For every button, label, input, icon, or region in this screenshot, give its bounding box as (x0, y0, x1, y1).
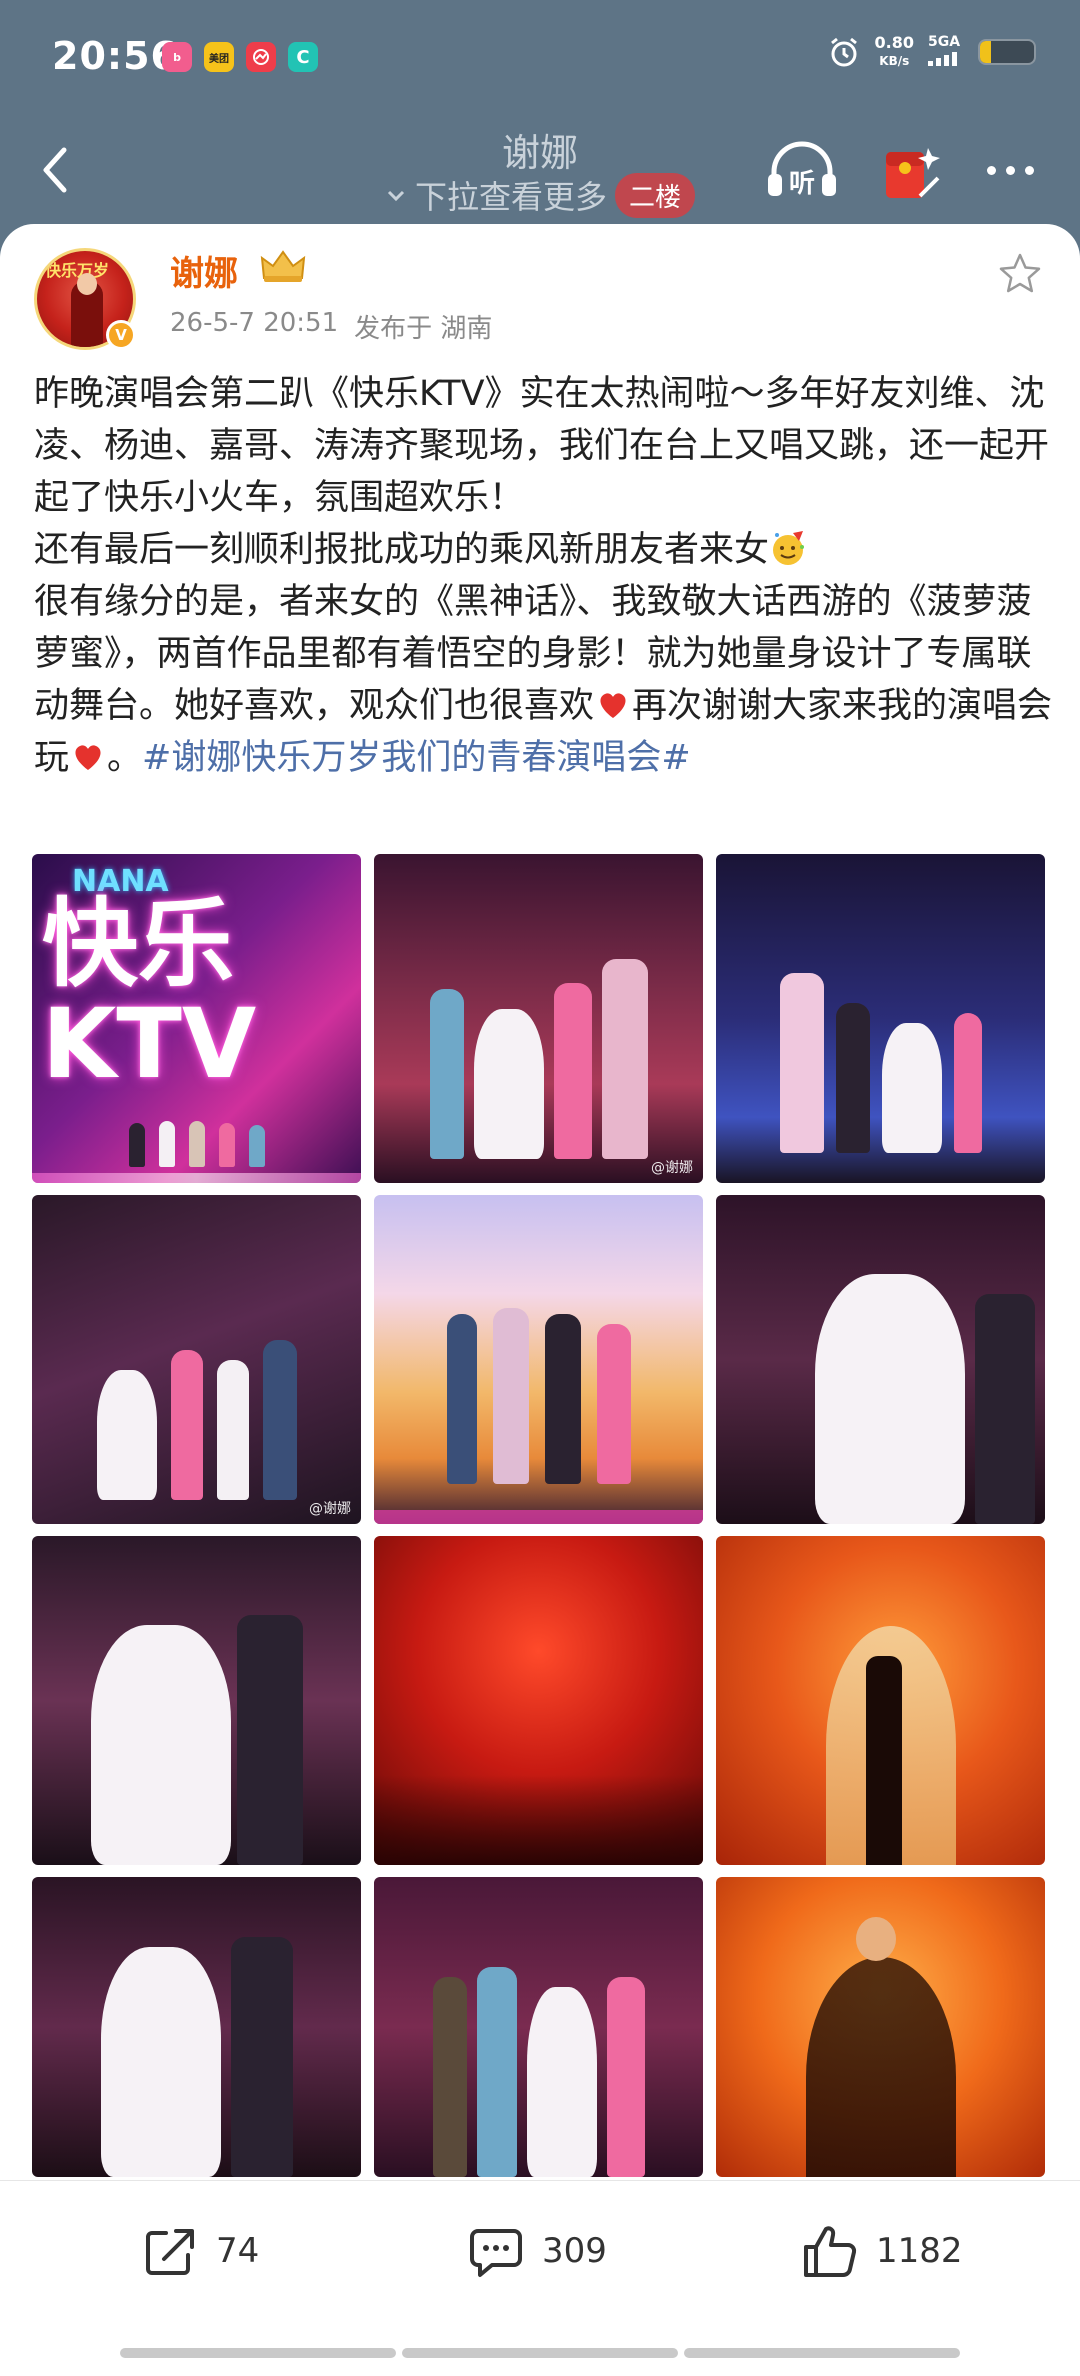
listen-icon[interactable]: 听 (762, 136, 842, 206)
post-text-part1: 昨晚演唱会第二趴《快乐KTV》实在太热闹啦～多年好友刘维、沈凌、杨迪、嘉哥、涛涛… (34, 374, 1050, 518)
home-indicator (120, 2348, 960, 2358)
pull-down-hint-text: 下拉查看更多 (414, 178, 607, 216)
photo-1[interactable]: NANA 快乐 KTV (32, 854, 361, 1183)
status-app-icons: b 美团 C (162, 42, 318, 72)
comment-button[interactable]: 309 (466, 2221, 607, 2281)
post-body: 昨晚演唱会第二趴《快乐KTV》实在太热闹啦～多年好友刘维、沈凌、杨迪、嘉哥、涛涛… (34, 368, 1054, 784)
comment-count: 309 (542, 2231, 607, 2271)
post-location: 发布于 湖南 (354, 314, 493, 344)
more-options-icon[interactable] (975, 140, 1045, 200)
nav-bar: 谢娜 下拉查看更多 二楼 听 (0, 120, 1080, 230)
comment-icon (470, 2229, 522, 2277)
photo-11[interactable] (374, 1877, 703, 2177)
repost-count: 74 (216, 2231, 260, 2271)
photo-watermark: @谢娜 (651, 1160, 693, 1176)
photo-3[interactable] (716, 854, 1045, 1183)
thumbs-up-icon (804, 2226, 857, 2278)
photo-5[interactable] (374, 1195, 703, 1524)
like-button[interactable]: 1182 (800, 2221, 963, 2281)
battery-icon (978, 39, 1036, 65)
photo-8[interactable] (374, 1536, 703, 1865)
party-face-emoji-icon (773, 531, 805, 565)
photo-9[interactable] (716, 1536, 1045, 1865)
status-bar: 20:56 b 美团 C 0.80 KB/s 5GA (0, 0, 1080, 120)
post-date: 26-5-7 20:51 (170, 308, 339, 338)
avatar-logo: 快乐万岁 (45, 261, 110, 280)
red-app-icon (246, 42, 276, 72)
signal-indicator: 5GA (928, 34, 964, 70)
vip-crown-icon (260, 250, 306, 282)
star-icon[interactable] (996, 250, 1044, 298)
photo-6[interactable] (716, 1195, 1045, 1524)
action-bar: 74 309 1182 (0, 2180, 1080, 2376)
alarm-icon (830, 37, 857, 67)
heart-emoji-icon (75, 745, 101, 770)
username[interactable]: 谢娜 (170, 246, 238, 295)
photo-2[interactable]: @谢娜 (374, 854, 703, 1183)
post-card: 快乐万岁 V 谢娜 26-5-7 20:51 发布于 湖南 昨晚演唱会第二趴《快… (0, 224, 1080, 2376)
photo-watermark: @谢娜 (309, 1501, 351, 1517)
meituan-app-icon: 美团 (204, 42, 234, 72)
post-meta: 26-5-7 20:51 发布于 湖南 (170, 308, 492, 345)
status-time: 20:56 (52, 34, 178, 78)
post-text-part5: 。 (107, 738, 143, 778)
heart-emoji-icon (600, 693, 626, 718)
photo-12[interactable] (716, 1877, 1045, 2177)
image-grid: NANA 快乐 KTV @谢娜 @谢娜 (32, 854, 1050, 2177)
svg-text:听: 听 (789, 169, 815, 199)
teal-app-icon: C (288, 42, 318, 72)
red-packet-icon[interactable] (880, 136, 944, 206)
floor-badge: 二楼 (615, 172, 696, 218)
photo-7[interactable] (32, 1536, 361, 1865)
share-icon (146, 2229, 194, 2275)
photo-1-ktv-text: 快乐 KTV (42, 888, 257, 1100)
photo-10[interactable] (32, 1877, 361, 2177)
status-indicators: 0.80 KB/s 5GA (827, 34, 1036, 70)
topic-link[interactable]: #谢娜快乐万岁我们的青春演唱会# (142, 738, 691, 778)
bilibili-app-icon: b (162, 42, 192, 72)
repost-button[interactable]: 74 (140, 2221, 259, 2281)
post-text-part2: 还有最后一刻顺利报批成功的乘风新朋友者来女 (34, 530, 770, 570)
chevron-down-icon (387, 190, 405, 202)
signal-bars-icon (928, 52, 957, 66)
photo-4[interactable]: @谢娜 (32, 1195, 361, 1524)
verified-badge-icon: V (106, 320, 136, 350)
network-speed: 0.80 KB/s (874, 33, 914, 69)
battery-level-fill (980, 41, 991, 63)
like-count: 1182 (876, 2231, 963, 2271)
